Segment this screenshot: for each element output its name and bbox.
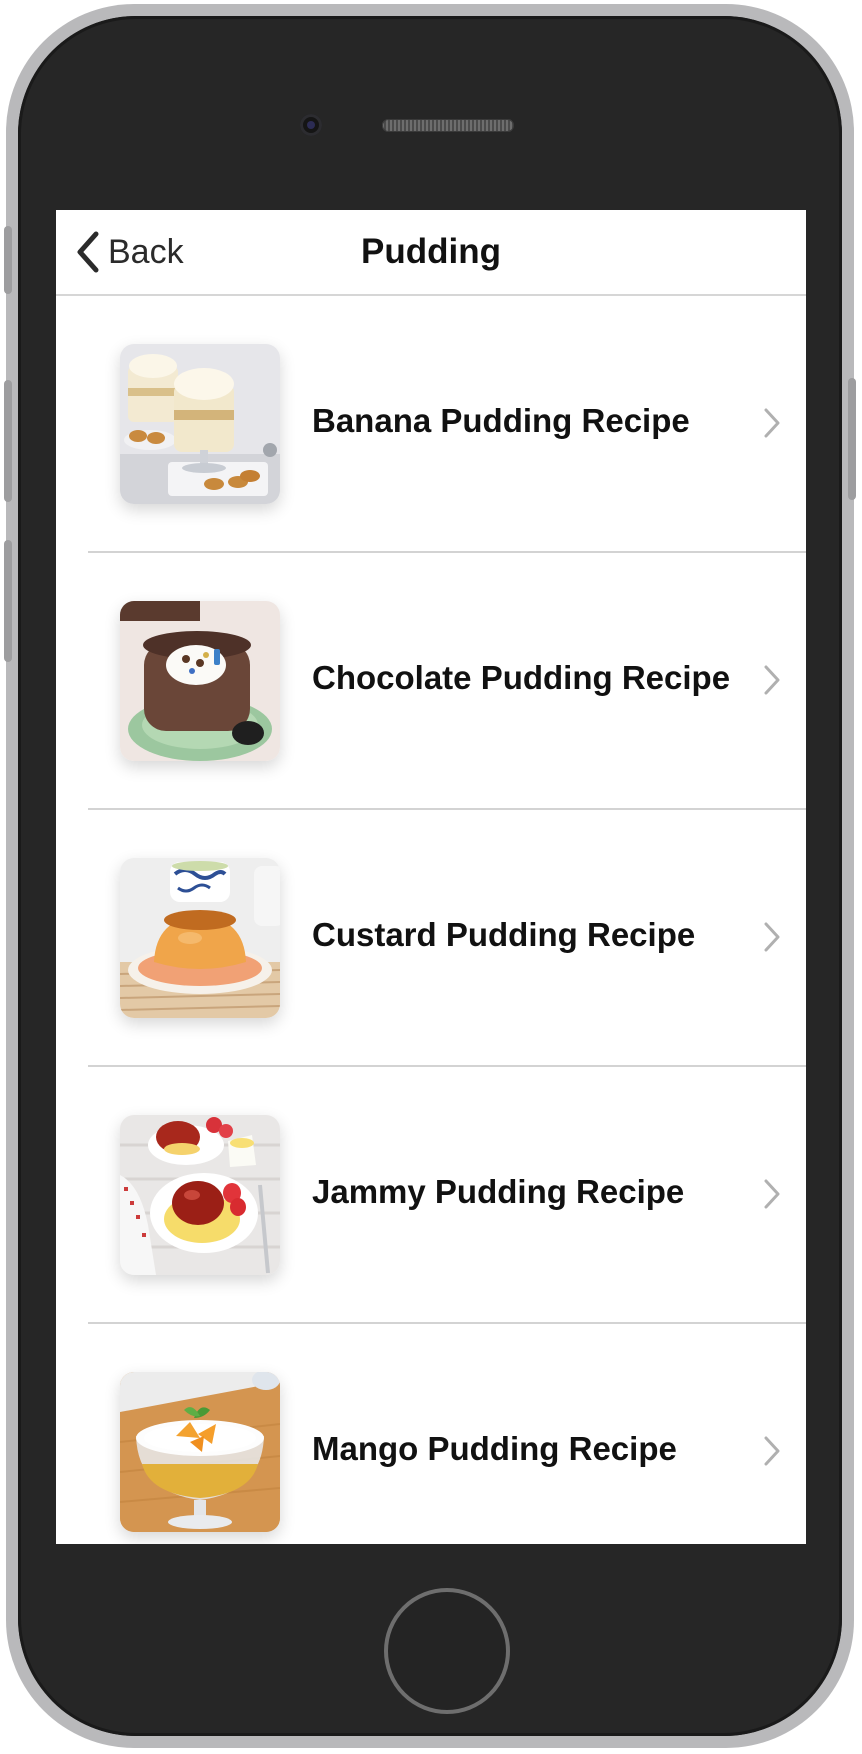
mute-switch — [4, 226, 12, 294]
navigation-bar: Back Pudding — [56, 210, 806, 296]
mango-pudding-photo — [120, 1372, 280, 1532]
recipe-list: Banana Pudding Recipe Chocolate Pudding … — [56, 296, 806, 1544]
chevron-right-icon — [764, 408, 780, 438]
recipe-item-jammy-pudding[interactable]: Jammy Pudding Recipe — [56, 1067, 806, 1324]
front-camera — [300, 114, 322, 136]
banana-pudding-photo — [120, 344, 280, 504]
custard-pudding-photo — [120, 858, 280, 1018]
recipe-item-label: Jammy Pudding Recipe — [312, 1173, 685, 1210]
recipe-item-chocolate-pudding[interactable]: Chocolate Pudding Recipe — [56, 553, 806, 810]
recipe-item-banana-pudding[interactable]: Banana Pudding Recipe — [56, 296, 806, 553]
earpiece-speaker — [382, 119, 514, 132]
power-button — [848, 378, 856, 500]
recipe-item-label: Banana Pudding Recipe — [312, 402, 690, 439]
recipe-item-label: Chocolate Pudding Recipe — [312, 659, 731, 696]
volume-down-button — [4, 540, 12, 662]
recipe-item-label: Mango Pudding Recipe — [312, 1430, 677, 1467]
app-screen: Back Pudding Banana Pudding Recipe Choco… — [56, 210, 806, 1544]
jammy-pudding-photo — [120, 1115, 280, 1275]
chocolate-pudding-photo — [120, 601, 280, 761]
page-title: Pudding — [361, 232, 501, 271]
recipe-item-custard-pudding[interactable]: Custard Pudding Recipe — [56, 810, 806, 1067]
home-button[interactable] — [384, 1588, 510, 1714]
volume-up-button — [4, 380, 12, 502]
chevron-right-icon — [764, 665, 780, 695]
recipe-item-mango-pudding[interactable]: Mango Pudding Recipe — [56, 1324, 806, 1544]
chevron-right-icon — [764, 922, 780, 952]
recipe-item-label: Custard Pudding Recipe — [312, 916, 696, 953]
chevron-right-icon — [764, 1436, 780, 1466]
chevron-right-icon — [764, 1179, 780, 1209]
